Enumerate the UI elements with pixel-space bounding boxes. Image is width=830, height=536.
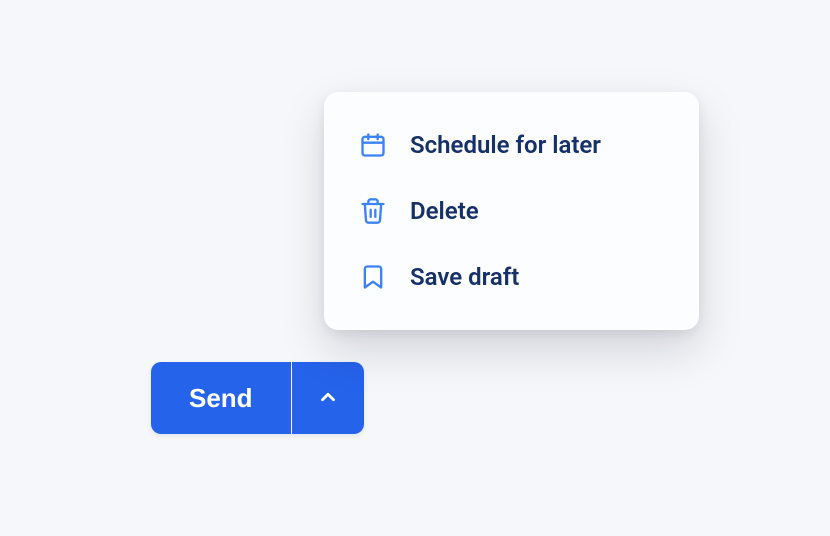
menu-item-label: Delete xyxy=(410,197,479,225)
menu-item-schedule[interactable]: Schedule for later xyxy=(324,112,699,178)
menu-item-save-draft[interactable]: Save draft xyxy=(324,244,699,310)
send-button[interactable]: Send xyxy=(151,362,291,434)
menu-item-label: Schedule for later xyxy=(410,131,601,159)
chevron-up-icon xyxy=(317,386,339,411)
menu-item-label: Save draft xyxy=(410,263,519,291)
calendar-icon xyxy=(358,130,388,160)
more-actions-toggle[interactable] xyxy=(292,362,364,434)
trash-icon xyxy=(358,196,388,226)
send-split-button: Send xyxy=(151,362,364,434)
bookmark-icon xyxy=(358,262,388,292)
actions-dropdown: Schedule for later Delete Save draft xyxy=(324,92,699,330)
menu-item-delete[interactable]: Delete xyxy=(324,178,699,244)
send-button-label: Send xyxy=(189,383,253,414)
